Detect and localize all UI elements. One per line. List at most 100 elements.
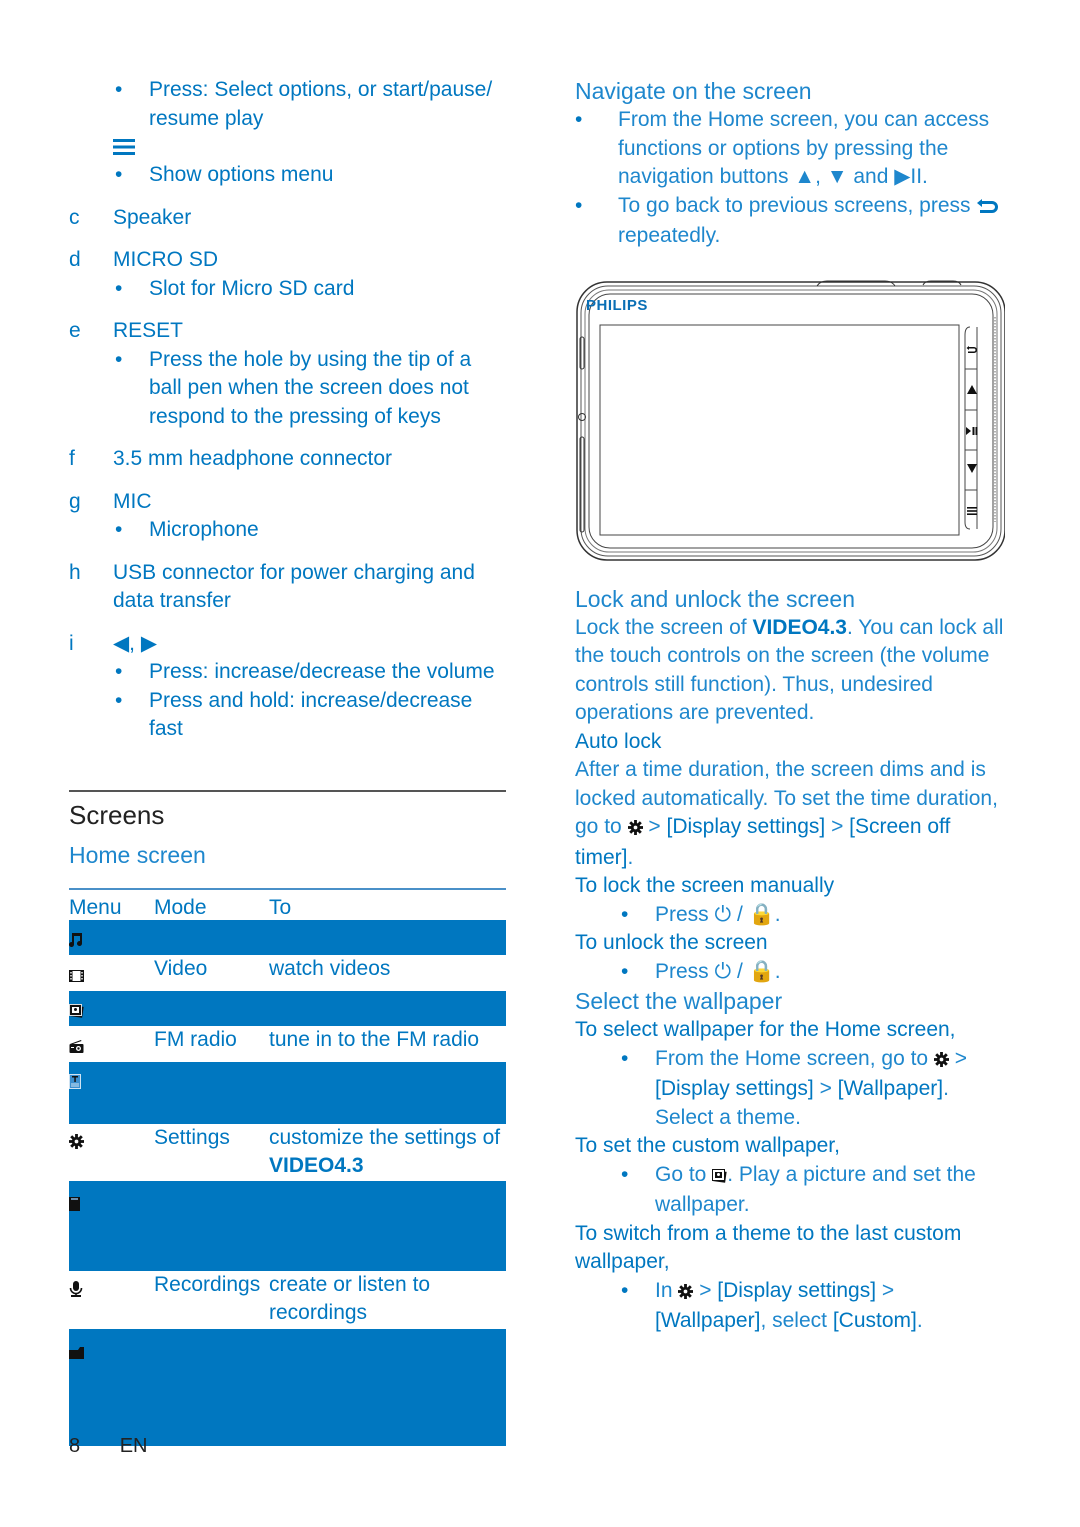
item-c: c Speaker — [69, 204, 506, 233]
language-code: EN — [119, 1435, 148, 1457]
page-footer: 8 EN — [69, 1435, 147, 1458]
text-part: Go to — [655, 1162, 707, 1186]
radio-icon — [69, 1033, 84, 1062]
item-letter: e — [69, 319, 81, 342]
item-i: i ◀, ▶ — [69, 630, 506, 659]
bullet-text: Press: increase/decrease the volume — [149, 660, 495, 683]
bullet-dot: • — [115, 163, 123, 186]
up-icon — [967, 384, 977, 394]
device-play-pause-button — [966, 422, 978, 440]
header-to: To — [269, 895, 292, 919]
header-mode: Mode — [154, 895, 207, 919]
bullet-dot: • — [115, 78, 123, 101]
to-cell — [269, 1180, 506, 1271]
bullet-dot: • — [575, 108, 583, 131]
item-letter: f — [69, 447, 75, 470]
menu-cell — [69, 1271, 154, 1329]
product-name: VIDEO4.3 — [752, 615, 847, 639]
table-row: Settings customize the settings of VIDEO4… — [69, 1124, 506, 1181]
settings-icon — [69, 1129, 84, 1158]
menu-cell — [69, 1124, 154, 1181]
table-row: Video watch videos — [69, 955, 506, 991]
auto-lock-heading: Auto lock — [575, 729, 662, 753]
to-cell — [269, 1328, 506, 1446]
page-number: 8 — [69, 1435, 81, 1457]
text-part: Lock the screen of — [575, 615, 753, 639]
table-row: Recordings create or listen to recording… — [69, 1271, 506, 1329]
mode-cell — [154, 1180, 269, 1271]
item-letter: h — [69, 560, 81, 584]
settings-icon — [678, 1279, 694, 1308]
home-screen-table: Menu Mode To Video watch videos FM radio… — [69, 890, 506, 1446]
bullet-dot: • — [621, 1046, 629, 1070]
menu-icon — [967, 506, 977, 515]
menu-path: [Custom] — [832, 1309, 917, 1332]
mode-cell: Video — [154, 957, 208, 980]
bullet-text: From the Home screen, go to > [Display s… — [655, 1046, 968, 1129]
item-e: e RESET — [69, 317, 506, 346]
bullet-dot: • — [115, 660, 123, 683]
switch-wallpaper-heading: To switch from a theme to the last custo… — [575, 1221, 962, 1274]
manual-lock-heading: To lock the screen manually — [575, 874, 835, 897]
lock-paragraph: Lock the screen of VIDEO4.3. You can loc… — [575, 614, 1005, 728]
pictures-icon — [69, 998, 84, 1027]
right-column: Navigate on the screen • From the Home s… — [575, 76, 1006, 1336]
item-letter: d — [69, 248, 81, 271]
wallpaper-heading: Select the wallpaper — [575, 988, 783, 1014]
bullet-item: • Show options menu — [69, 161, 506, 190]
menu-cell — [69, 1061, 154, 1124]
bullet-text: Press ⏻ / 🔒. — [655, 959, 781, 983]
item-h: h USB connector for power charging and d… — [69, 559, 506, 616]
mode-cell: FM radio — [154, 1028, 237, 1051]
home-wallpaper-heading: To select wallpaper for the Home screen, — [575, 1018, 956, 1041]
item-letter: c — [69, 205, 80, 229]
mode-cell — [154, 1061, 269, 1124]
table-row — [69, 919, 506, 955]
product-name: VIDEO4.3 — [269, 1154, 364, 1177]
item-letter: i — [69, 631, 74, 655]
bullet-item: • To go back to previous screens, press … — [575, 192, 1005, 251]
philips-logo: PHILIPS — [586, 296, 648, 314]
bullet-item: • From the Home screen, go to > [Display… — [575, 1045, 1005, 1133]
bullet-text: Press: Select options, or start/pause/ r… — [149, 78, 493, 130]
item-title: RESET — [113, 319, 184, 342]
item-f: f 3.5 mm headphone connector — [69, 445, 506, 474]
table-row — [69, 1180, 506, 1271]
text-part: , select — [760, 1309, 833, 1332]
unlock-heading: To unlock the screen — [575, 931, 768, 954]
text-part: Select a theme. — [655, 1105, 801, 1129]
text-part: repeatedly. — [618, 224, 721, 247]
item-d: d MICRO SD — [69, 246, 506, 275]
item-title: USB connector for power charging and dat… — [113, 560, 475, 613]
menu-cell — [69, 955, 154, 991]
play-pause-icon — [966, 426, 978, 435]
bullet-item: • Slot for Micro SD card — [69, 275, 506, 304]
sd-card-icon — [69, 1191, 80, 1220]
mode-cell: Settings — [154, 1125, 230, 1149]
bullet-text: Slot for Micro SD card — [149, 276, 355, 300]
device-outline — [576, 280, 1006, 561]
bullet-dot: • — [115, 688, 123, 712]
pictures-icon — [712, 1163, 727, 1192]
bullet-item: • In > [Display settings] > [Wallpaper], … — [575, 1277, 1005, 1336]
bullet-text: In > [Display settings] > [Wallpaper], se… — [655, 1278, 923, 1333]
bullet-item: • Go to . Play a picture and set the wal… — [575, 1161, 1005, 1220]
header-menu: Menu — [69, 895, 122, 919]
device-illustration: PHILIPS — [575, 277, 1006, 562]
menu-path: [Display settings] — [666, 815, 826, 838]
bullet-dot: • — [621, 959, 629, 983]
item-title: MICRO SD — [113, 248, 218, 271]
text-reader-icon — [69, 1069, 81, 1098]
text-part: In — [655, 1278, 673, 1302]
text-part: To go back to previous screens, press — [618, 193, 971, 217]
mode-cell — [154, 990, 269, 1026]
bullet-dot: • — [575, 193, 583, 217]
microphone-icon — [69, 1277, 83, 1306]
section-divider — [69, 789, 506, 792]
menu-cell — [69, 1026, 154, 1062]
to-cell: create or listen to recordings — [269, 1272, 431, 1325]
settings-icon — [627, 815, 643, 844]
to-cell — [269, 990, 506, 1026]
bullet-item: • Press ⏻ / 🔒. — [575, 958, 1005, 987]
bullet-text: To go back to previous screens, press re… — [618, 193, 999, 247]
